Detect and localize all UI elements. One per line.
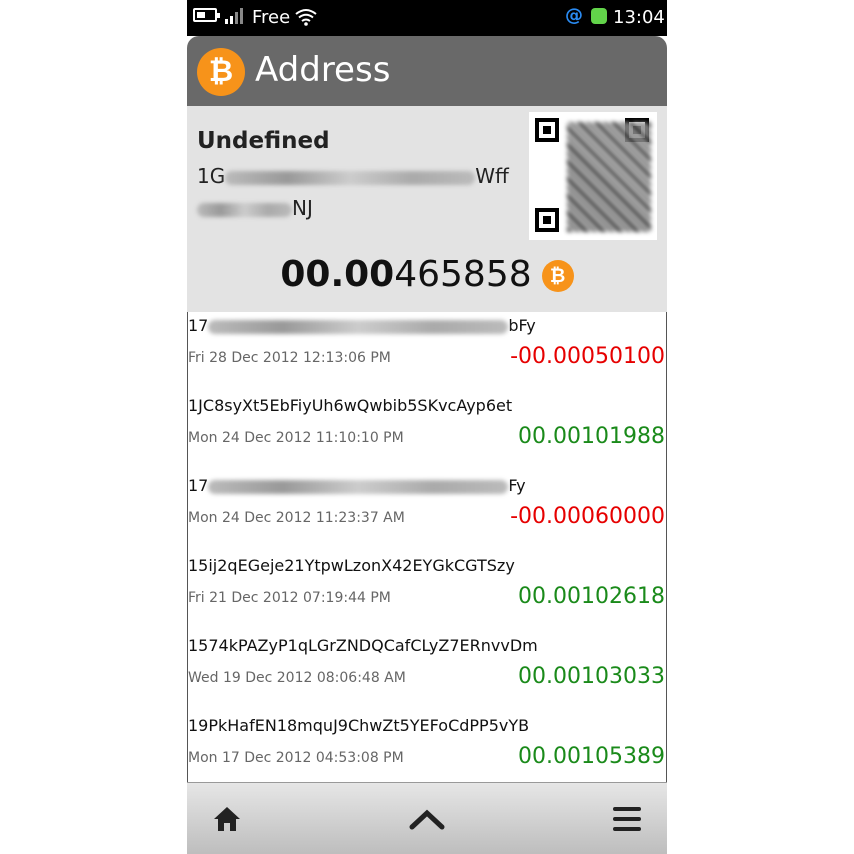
transaction-amount: 00.00103033: [518, 664, 665, 689]
home-button[interactable]: [203, 795, 251, 843]
address-line-2: NJ: [197, 196, 313, 220]
transaction-address-end: Fy: [508, 476, 526, 495]
redaction-blur: [197, 202, 292, 217]
address-line-1-end: Wff: [475, 164, 509, 188]
qr-finder: [535, 208, 559, 232]
transaction-amount: 00.00105389: [518, 744, 665, 769]
address-summary: Undefined 1G Wff NJ 00.00465858 ₿: [187, 106, 667, 312]
transaction-row[interactable]: 15ij2qEGeje21YtpwLzonX42EYGkCGTSzy Fri 21…: [188, 552, 666, 632]
menu-button[interactable]: [603, 795, 651, 843]
transaction-address-start: 17: [188, 316, 209, 335]
transaction-row[interactable]: 17 bFy Fri 28 Dec 2012 12:13:06 PM -00.0005…: [188, 312, 666, 392]
transaction-address-end: bFy: [508, 316, 536, 335]
balance-integer: 00.00: [280, 254, 395, 295]
signal-icon: [225, 8, 245, 24]
transaction-address: 17 Fy: [188, 476, 526, 495]
transaction-list[interactable]: 17 bFy Fri 28 Dec 2012 12:13:06 PM -00.0005…: [187, 312, 667, 782]
carrier-name: Free: [252, 7, 291, 28]
page-title: Address: [255, 50, 391, 90]
title-bar: ₿ Address: [187, 36, 667, 106]
at-icon: @: [565, 5, 583, 26]
transaction-address: 1JC8syXt5EbFiyUh6wQwbib5SKvcAyp6et: [188, 396, 512, 415]
qr-code[interactable]: [529, 112, 657, 240]
transaction-address-start: 19PkHafEN18mquJ9ChwZt5YEFoCdPP5vYB: [188, 716, 530, 735]
qr-finder: [535, 118, 559, 142]
wifi-icon: [295, 9, 317, 26]
balance-decimal: 465858: [394, 254, 532, 295]
transaction-date: Mon 24 Dec 2012 11:10:10 PM: [188, 430, 404, 446]
balance: 00.00465858 ₿: [187, 254, 667, 295]
home-icon: [214, 807, 240, 831]
transaction-address-start: 1574kPAZyP1qLGrZNDQCafCLyZ7ERnvvDm: [188, 636, 538, 655]
transaction-row[interactable]: 19PkHafEN18mquJ9ChwZt5YEFoCdPP5vYB Mon 17…: [188, 712, 666, 782]
transaction-address-start: 1JC8syXt5EbFiyUh6wQwbib5SKvcAyp6et: [188, 396, 513, 415]
status-dot-icon: [591, 8, 607, 24]
clock: 13:04: [613, 7, 665, 28]
bottom-toolbar: [187, 782, 667, 854]
transaction-address: 1574kPAZyP1qLGrZNDQCafCLyZ7ERnvvDm: [188, 636, 538, 655]
redaction-blur: [225, 170, 476, 185]
status-bar: Free @ 13:04: [187, 0, 667, 36]
transaction-date: Mon 17 Dec 2012 04:53:08 PM: [188, 750, 404, 766]
transaction-address: 19PkHafEN18mquJ9ChwZt5YEFoCdPP5vYB: [188, 716, 529, 735]
transaction-date: Wed 19 Dec 2012 08:06:48 AM: [188, 670, 406, 686]
transaction-date: Fri 21 Dec 2012 07:19:44 PM: [188, 590, 391, 606]
bitcoin-logo-icon: ₿: [197, 48, 245, 96]
transaction-amount: 00.00101988: [518, 424, 665, 449]
bitcoin-coin-icon: ₿: [541, 260, 574, 292]
phone-screen: Free @ 13:04 ₿ Address Undefined 1G Wff N…: [187, 0, 667, 854]
menu-icon: [613, 807, 641, 831]
redaction-blur: [208, 479, 509, 494]
transaction-amount: -00.00060000: [510, 504, 665, 529]
transaction-amount: -00.00050100: [510, 344, 665, 369]
qr-redaction: [567, 122, 651, 232]
address-label: Undefined: [197, 128, 330, 154]
address-line-1: 1G Wff: [197, 164, 509, 188]
transaction-date: Mon 24 Dec 2012 11:23:37 AM: [188, 510, 405, 526]
chevron-up-icon: [409, 809, 445, 830]
scroll-up-button[interactable]: [403, 795, 451, 843]
transaction-amount: 00.00102618: [518, 584, 665, 609]
transaction-address: 17 bFy: [188, 316, 536, 335]
transaction-address-start: 15ij2qEGeje21YtpwLzonX42EYGkCGTSzy: [188, 556, 515, 575]
transaction-address-start: 17: [188, 476, 209, 495]
address-line-2-end: NJ: [292, 196, 313, 220]
transaction-row[interactable]: 1JC8syXt5EbFiyUh6wQwbib5SKvcAyp6et Mon 24…: [188, 392, 666, 472]
transaction-row[interactable]: 17 Fy Mon 24 Dec 2012 11:23:37 AM -00.00060…: [188, 472, 666, 552]
redaction-blur: [208, 319, 509, 334]
transaction-address: 15ij2qEGeje21YtpwLzonX42EYGkCGTSzy: [188, 556, 515, 575]
transaction-row[interactable]: 1574kPAZyP1qLGrZNDQCafCLyZ7ERnvvDm Wed 19…: [188, 632, 666, 712]
address-line-1-start: 1G: [197, 164, 226, 188]
battery-icon: [193, 8, 220, 22]
transaction-date: Fri 28 Dec 2012 12:13:06 PM: [188, 350, 391, 366]
